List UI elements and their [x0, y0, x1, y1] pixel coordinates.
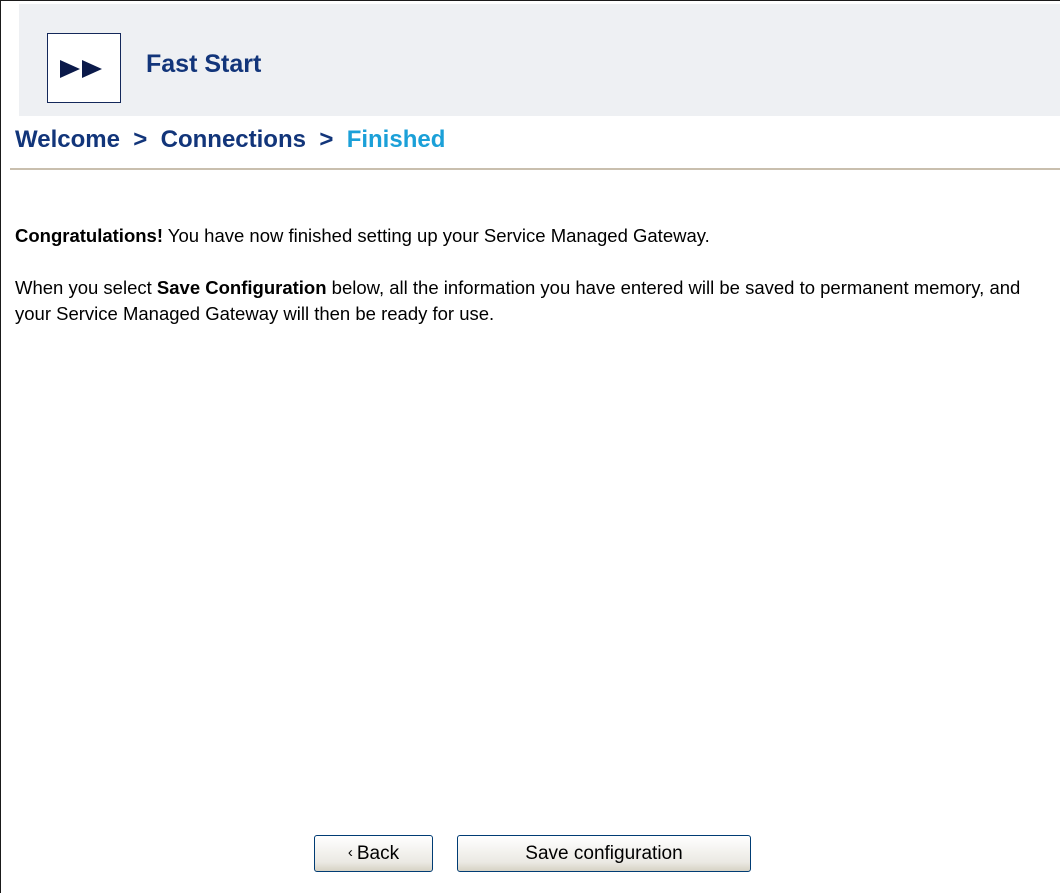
save-configuration-button[interactable]: Save configuration [457, 835, 751, 872]
breadcrumb-separator: > [312, 126, 341, 153]
back-button[interactable]: ‹ Back [314, 835, 433, 872]
breadcrumb-item-welcome: Welcome [15, 126, 120, 153]
save-configuration-emphasis: Save Configuration [156, 277, 327, 298]
header-divider [10, 168, 1060, 170]
breadcrumb-separator: > [126, 126, 154, 153]
main-content: Congratulations! You have now finished s… [15, 223, 1045, 327]
back-button-label: Back [356, 842, 400, 864]
breadcrumb-item-connections: Connections [160, 126, 306, 153]
congratulations-message: Congratulations! You have now finished s… [15, 223, 1045, 249]
page-title: Fast Start [146, 50, 262, 78]
breadcrumb: Welcome > Connections > Finished [15, 126, 445, 154]
fast-forward-icon [60, 60, 102, 78]
save-info-message: When you select Save Configuration below… [15, 275, 1045, 327]
congratulations-heading: Congratulations! [15, 225, 163, 246]
breadcrumb-item-finished: Finished [346, 126, 446, 153]
save-info-text-start: When you select [15, 277, 157, 298]
save-configuration-label: Save configuration [525, 842, 683, 864]
congratulations-text: You have now finished setting up your Se… [163, 225, 710, 246]
fast-forward-logo [47, 33, 121, 103]
chevron-left-icon: ‹ [347, 844, 353, 861]
